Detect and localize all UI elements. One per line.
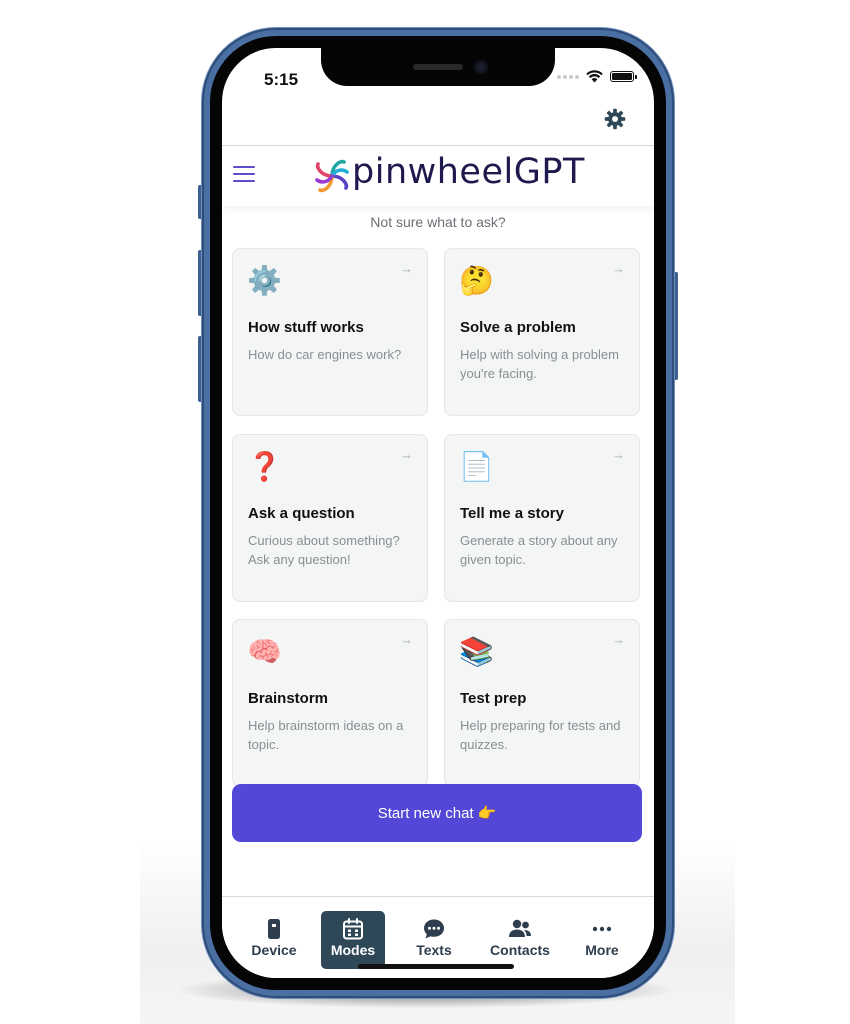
hamburger-menu-icon[interactable] (233, 166, 255, 186)
start-new-chat-label: Start new chat (377, 804, 474, 822)
wifi-icon (586, 70, 603, 83)
tab-texts[interactable]: Texts (404, 911, 464, 969)
card-description: Help brainstorm ideas on a topic. (248, 718, 404, 752)
tab-label: Modes (330, 942, 376, 958)
thinking-face-icon: 🤔 (459, 265, 494, 296)
arrow-right-icon: → (612, 447, 625, 462)
mode-card-brainstorm[interactable]: 🧠 → Brainstorm Help brainstorm ideas on … (232, 619, 428, 787)
calendar-icon (343, 918, 363, 940)
chat-bubble-icon (424, 919, 444, 939)
arrow-right-icon: → (400, 447, 413, 462)
more-dots-icon (592, 926, 612, 932)
card-title: Brainstorm (248, 690, 329, 707)
app-header: pinwheelGPT (222, 146, 654, 206)
signal-icon (557, 74, 579, 79)
home-indicator[interactable] (358, 964, 514, 969)
tab-contacts[interactable]: Contacts (480, 911, 560, 969)
device-icon (268, 919, 280, 939)
card-title: Solve a problem (460, 319, 576, 336)
gear-icon: ⚙️ (247, 265, 282, 296)
arrow-right-icon: → (612, 632, 625, 647)
tab-label: More (585, 942, 619, 958)
settings-gear-icon[interactable] (604, 108, 626, 130)
start-new-chat-button[interactable]: Start new chat 👉 (232, 784, 642, 842)
prompt-hint: Not sure what to ask? (370, 214, 506, 230)
pointing-hand-icon: 👉 (477, 805, 497, 822)
phone-bezel: 5:15 pinwheelGPT Not sure what to ask? ⚙… (210, 36, 666, 990)
card-description: How do car engines work? (248, 347, 402, 362)
front-camera (474, 60, 488, 74)
books-icon: 📚 (459, 636, 494, 667)
tab-label: Device (251, 942, 297, 958)
brand-name: pinwheelGPT (352, 152, 585, 192)
mode-card-how-stuff-works[interactable]: ⚙️ → How stuff works How do car engines … (232, 248, 428, 416)
tab-label: Contacts (490, 942, 550, 958)
status-indicators (557, 70, 637, 83)
tab-device[interactable]: Device (244, 911, 304, 969)
tab-modes[interactable]: Modes (321, 911, 385, 969)
card-title: Tell me a story (460, 505, 564, 522)
notch (321, 48, 555, 86)
arrow-right-icon: → (400, 261, 413, 276)
question-mark-icon: ❓ (247, 451, 282, 482)
status-time: 5:15 (264, 70, 299, 89)
speaker-grille (413, 64, 463, 70)
card-description: Generate a story about any given topic. (460, 533, 618, 567)
page-icon: 📄 (459, 451, 494, 482)
card-description: Help preparing for tests and quizzes. (460, 718, 621, 752)
arrow-right-icon: → (612, 261, 625, 276)
mode-card-solve-a-problem[interactable]: 🤔 → Solve a problem Help with solving a … (444, 248, 640, 416)
card-title: Test prep (460, 690, 527, 707)
pinwheel-logo-icon (315, 159, 349, 193)
mode-card-tell-me-a-story[interactable]: 📄 → Tell me a story Generate a story abo… (444, 434, 640, 602)
card-description: Help with solving a problem you're facin… (460, 347, 619, 381)
contacts-icon (509, 919, 531, 937)
card-title: Ask a question (248, 505, 355, 522)
battery-icon (610, 71, 637, 82)
phone-screen: 5:15 pinwheelGPT Not sure what to ask? ⚙… (222, 48, 654, 978)
card-title: How stuff works (248, 319, 364, 336)
arrow-right-icon: → (400, 632, 413, 647)
brain-icon: 🧠 (247, 636, 282, 667)
mode-card-test-prep[interactable]: 📚 → Test prep Help preparing for tests a… (444, 619, 640, 787)
tab-more[interactable]: More (574, 911, 630, 969)
tab-label: Texts (416, 942, 452, 958)
card-description: Curious about something? Ask any questio… (248, 533, 400, 567)
mode-card-ask-a-question[interactable]: ❓ → Ask a question Curious about somethi… (232, 434, 428, 602)
phone-frame: 5:15 pinwheelGPT Not sure what to ask? ⚙… (202, 28, 674, 998)
